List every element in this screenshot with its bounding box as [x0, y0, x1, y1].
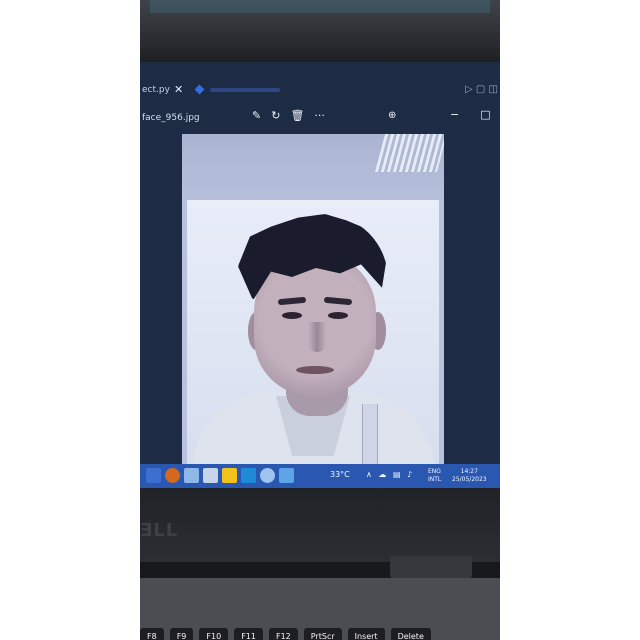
close-icon[interactable]: ✕: [174, 83, 183, 96]
blurred-tab-title: [210, 88, 280, 92]
keyboard-layout: INTL: [428, 476, 442, 483]
minimize-icon[interactable]: −: [450, 108, 459, 121]
viewer-toolbar: ✎ ↻ 🗑 ···: [252, 109, 325, 122]
key-f9[interactable]: F9: [169, 628, 194, 640]
tool-icon[interactable]: [203, 468, 218, 483]
right-eye: [328, 312, 348, 319]
windows-taskbar: 33°C ∧ ☁ ▤ ♪ ENG INTL 14:27 25/05/2023: [140, 464, 500, 488]
key-f10[interactable]: F10: [199, 628, 229, 640]
files-icon[interactable]: [184, 468, 199, 483]
taskbar-app-icons: [146, 468, 294, 483]
photos-icon[interactable]: [279, 468, 294, 483]
taskbar-clock[interactable]: 14:27 25/05/2023: [452, 468, 487, 484]
function-key-row: F8 F9 F10 F11 F12 PrtScr Insert Delete: [140, 628, 500, 640]
vscode-tab-icon: [194, 84, 205, 95]
lanyard: [362, 404, 378, 464]
laptop-screen: ect.py ✕ ▷ ▢ ◫ face_956.jpg ✎ ↻ 🗑 ··· ⊕ …: [140, 62, 500, 488]
weather-temperature[interactable]: 33°C: [330, 470, 350, 479]
delete-icon[interactable]: 🗑: [290, 109, 304, 122]
cloud-app-icon[interactable]: [260, 468, 275, 483]
key-f11[interactable]: F11: [234, 628, 263, 640]
left-eye: [282, 312, 302, 319]
hinge-cover: [390, 556, 472, 580]
background-monitor-strip: [150, 0, 490, 13]
system-tray-icons[interactable]: ∧ ☁ ▤ ♪: [366, 470, 414, 479]
browser-icon[interactable]: [165, 468, 180, 483]
photo-viewer-titlebar: face_956.jpg ✎ ↻ 🗑 ··· ⊕ − □: [140, 108, 500, 128]
ceiling-vent: [374, 134, 444, 172]
editor-tab-label[interactable]: ect.py: [142, 85, 170, 95]
window-controls: − □: [450, 108, 491, 121]
vscode-icon[interactable]: [241, 468, 256, 483]
editor-tab-bar: ect.py ✕ ▷ ▢ ◫: [140, 80, 500, 100]
key-f8[interactable]: F8: [140, 628, 164, 640]
key-f12[interactable]: F12: [268, 628, 298, 640]
laptop-brand-logo: ƎLL: [140, 520, 179, 541]
rotate-icon[interactable]: ↻: [271, 109, 280, 122]
mouth: [296, 366, 334, 374]
laptop-bottom-bezel: [140, 488, 500, 562]
language-indicator[interactable]: ENG INTL: [428, 468, 441, 484]
zoom-icon[interactable]: ⊕: [388, 110, 396, 121]
key-delete[interactable]: Delete: [390, 628, 431, 640]
maximize-icon[interactable]: □: [480, 108, 490, 121]
key-prtscr[interactable]: PrtScr: [303, 628, 342, 640]
file-name: face_956.jpg: [142, 113, 200, 123]
clock-date: 25/05/2023: [452, 476, 487, 483]
sticky-notes-icon[interactable]: [222, 468, 237, 483]
edit-icon[interactable]: ✎: [252, 109, 261, 122]
photo-of-laptop-screen: ect.py ✕ ▷ ▢ ◫ face_956.jpg ✎ ↻ 🗑 ··· ⊕ …: [140, 0, 500, 640]
search-icon[interactable]: [146, 468, 161, 483]
keyboard-deck: F8 F9 F10 F11 F12 PrtScr Insert Delete: [140, 578, 500, 640]
more-icon[interactable]: ···: [314, 109, 325, 122]
nose: [308, 322, 326, 352]
laptop-top-bezel: [140, 0, 500, 62]
clock-time: 14:27: [460, 468, 478, 475]
key-insert[interactable]: Insert: [347, 628, 385, 640]
language-code: ENG: [428, 468, 441, 475]
run-and-layout-icons[interactable]: ▷ ▢ ◫: [465, 84, 498, 95]
displayed-photo: [182, 134, 444, 464]
